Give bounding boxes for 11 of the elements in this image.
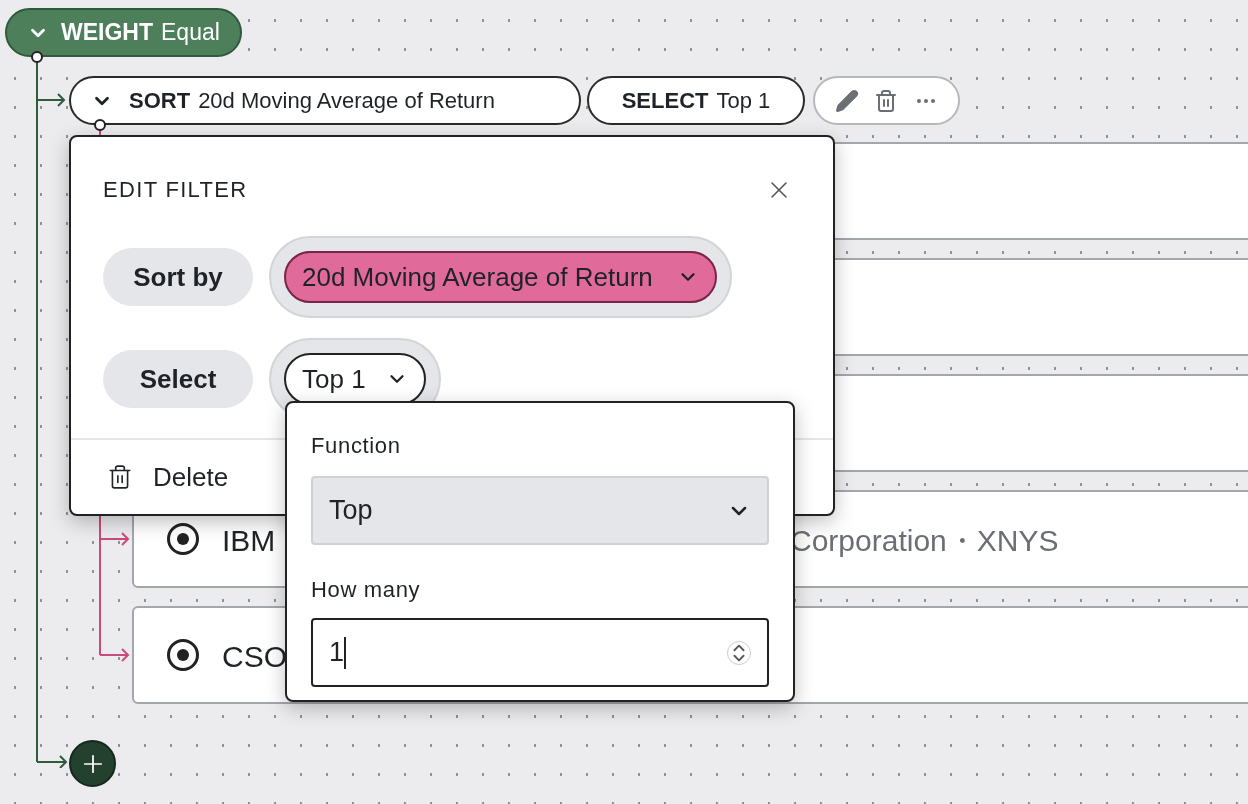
dialog-title: EDIT FILTER [103,176,248,204]
ticker-text: IBM [222,524,276,558]
field-label: How many [311,576,422,604]
field-label: Sort by [103,248,253,306]
node-label: WEIGHT Equal [61,18,220,48]
node-label: SELECT Top 1 [621,87,771,115]
field-label: Select [103,350,253,408]
asset-description: Corporation・XNYS [790,524,1059,558]
field-label: Function [311,432,402,460]
node-label: SORT 20d Moving Average of Return [129,87,495,115]
ticker-text: CSO [222,640,287,674]
